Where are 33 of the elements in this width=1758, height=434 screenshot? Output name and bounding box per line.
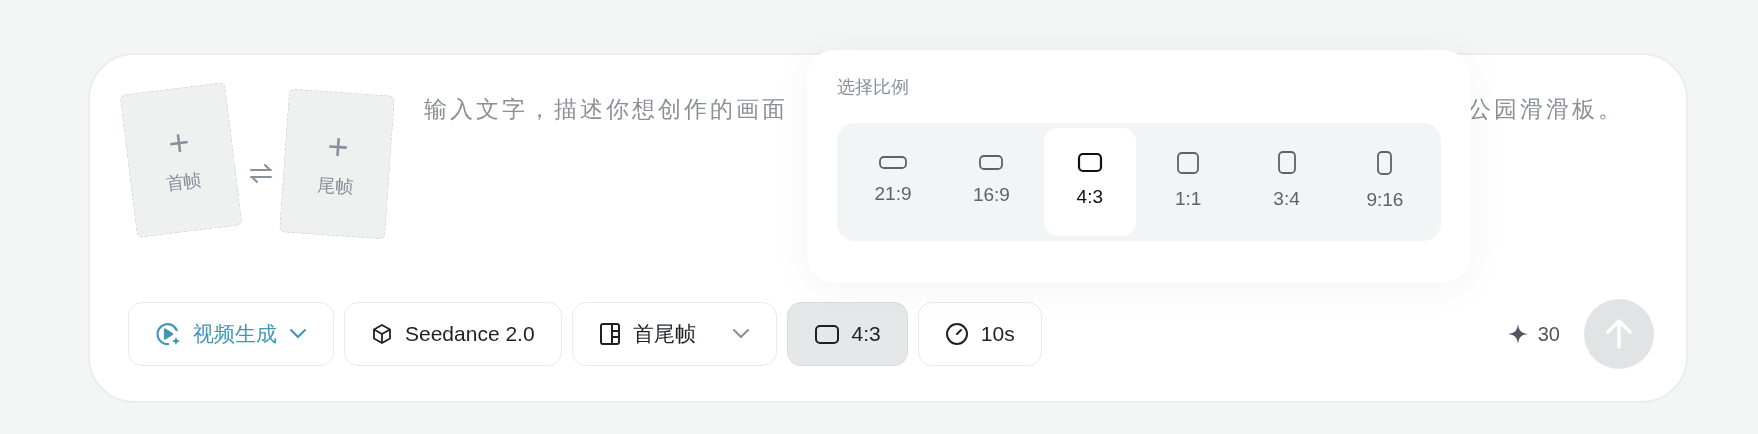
plus-icon: + [166,123,192,162]
video-icon [155,321,181,347]
rectangle-icon [1076,152,1103,174]
rectangle-icon [1276,150,1297,176]
toolbar-button[interactable]: 视频生成 [128,302,334,366]
toolbar-button[interactable]: 首尾帧 [571,302,777,366]
swap-icon[interactable] [248,162,274,184]
ratio-option[interactable]: 3:4 [1240,128,1333,236]
plus-icon: + [326,127,350,166]
frame-upload-slot[interactable]: + 尾帧 [279,88,395,240]
toolbar-button[interactable]: 10s [917,302,1042,366]
slot-label: 尾帧 [316,173,355,199]
rectangle-icon [813,323,840,345]
slot-label: 首帧 [164,168,204,196]
frame-strip-icon [598,322,621,346]
popup-title: 选择比例 [837,76,910,99]
toolbar-button[interactable]: Seedance 2.0 [344,302,562,366]
rectangle-icon [878,155,908,171]
square-icon [1176,150,1201,175]
ratio-option[interactable]: 16:9 [945,128,1038,236]
arrow-up-icon [1606,319,1632,349]
frame-upload-slot[interactable]: + 首帧 [119,82,243,238]
credit-count: 30 [1537,322,1560,347]
ratio-option[interactable]: 9:16 [1338,128,1431,236]
ratio-option[interactable]: 21:9 [847,128,939,236]
sparkle-icon [1507,324,1528,344]
timer-icon [944,322,969,346]
toolbar-button[interactable]: 4:3 [786,302,908,366]
rectangle-icon [978,154,1005,172]
rectangle-icon [1376,149,1394,176]
ratio-option[interactable]: 1:1 [1142,128,1235,236]
cube-icon [371,323,393,345]
ratio-option[interactable]: 4:3 [1043,128,1136,236]
